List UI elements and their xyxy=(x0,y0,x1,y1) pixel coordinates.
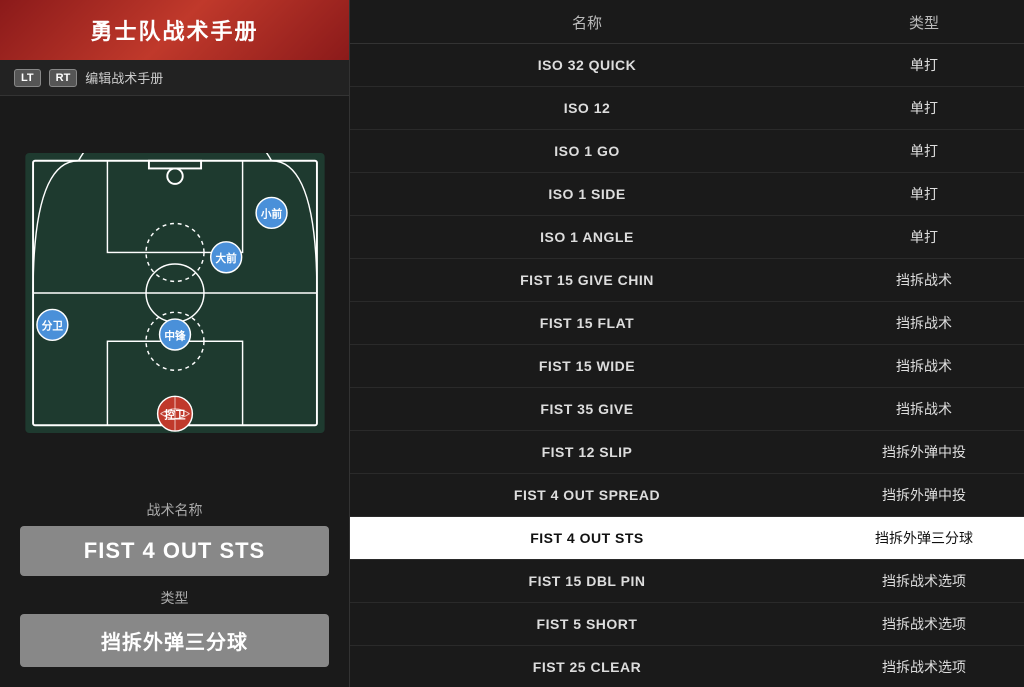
title-bar: 勇士队战术手册 xyxy=(0,0,349,60)
tactic-info: 战术名称 FIST 4 OUT STS 类型 挡拆外弹三分球 xyxy=(0,490,349,687)
cell-name: FIST 35 GIVE xyxy=(350,390,824,428)
cell-name: FIST 4 OUT STS xyxy=(350,519,824,557)
cell-type: 挡拆战术 xyxy=(824,345,1024,387)
cell-name: ISO 1 ANGLE xyxy=(350,218,824,256)
tactic-name-label: 战术名称 xyxy=(20,500,329,520)
cell-type: 单打 xyxy=(824,130,1024,172)
table-row[interactable]: ISO 32 QUICK单打 xyxy=(350,44,1024,87)
svg-text:小前: 小前 xyxy=(259,208,282,221)
table-body: ISO 32 QUICK单打ISO 12单打ISO 1 GO单打ISO 1 SI… xyxy=(350,44,1024,687)
table-row[interactable]: FIST 15 GIVE CHIN挡拆战术 xyxy=(350,259,1024,302)
table-row[interactable]: FIST 5 SHORT挡拆战术选项 xyxy=(350,603,1024,646)
cell-name: ISO 32 QUICK xyxy=(350,46,824,84)
left-panel: 勇士队战术手册 LT RT 编辑战术手册 xyxy=(0,0,350,687)
cell-name: FIST 15 DBL PIN xyxy=(350,562,824,600)
lt-button[interactable]: LT xyxy=(14,69,41,87)
cell-type: 单打 xyxy=(824,44,1024,86)
table-row[interactable]: FIST 4 OUT SPREAD挡拆外弹中投 xyxy=(350,474,1024,517)
table-row[interactable]: FIST 15 DBL PIN挡拆战术选项 xyxy=(350,560,1024,603)
cell-type: 挡拆战术 xyxy=(824,302,1024,344)
cell-name: ISO 1 GO xyxy=(350,132,824,170)
table-row[interactable]: ISO 1 GO单打 xyxy=(350,130,1024,173)
cell-type: 挡拆战术 xyxy=(824,259,1024,301)
svg-text:大前: 大前 xyxy=(215,252,237,265)
svg-text:中锋: 中锋 xyxy=(164,329,186,342)
cell-name: FIST 25 CLEAR xyxy=(350,648,824,686)
rt-button[interactable]: RT xyxy=(49,69,78,87)
cell-name: FIST 15 GIVE CHIN xyxy=(350,261,824,299)
toolbar: LT RT 编辑战术手册 xyxy=(0,60,349,96)
cell-type: 单打 xyxy=(824,216,1024,258)
cell-name: FIST 5 SHORT xyxy=(350,605,824,643)
cell-name: ISO 1 SIDE xyxy=(350,175,824,213)
cell-name: ISO 12 xyxy=(350,89,824,127)
cell-name: FIST 4 OUT SPREAD xyxy=(350,476,824,514)
cell-type: 挡拆战术选项 xyxy=(824,646,1024,687)
svg-text:分卫: 分卫 xyxy=(41,320,63,333)
table-row[interactable]: FIST 15 FLAT挡拆战术 xyxy=(350,302,1024,345)
tactic-name-value: FIST 4 OUT STS xyxy=(20,526,329,576)
table-header: 名称 类型 xyxy=(350,0,1024,44)
svg-text:控卫: 控卫 xyxy=(164,409,186,422)
page-title: 勇士队战术手册 xyxy=(90,14,258,46)
cell-type: 挡拆战术选项 xyxy=(824,603,1024,645)
table-row[interactable]: FIST 12 SLIP挡拆外弹中投 xyxy=(350,431,1024,474)
type-label: 类型 xyxy=(20,588,329,608)
cell-type: 挡拆外弹三分球 xyxy=(824,517,1024,559)
cell-name: FIST 12 SLIP xyxy=(350,433,824,471)
cell-type: 挡拆外弹中投 xyxy=(824,431,1024,473)
cell-type: 单打 xyxy=(824,87,1024,129)
table-row[interactable]: ISO 1 ANGLE单打 xyxy=(350,216,1024,259)
cell-type: 挡拆外弹中投 xyxy=(824,474,1024,516)
cell-name: FIST 15 FLAT xyxy=(350,304,824,342)
table-row[interactable]: FIST 4 OUT STS挡拆外弹三分球 xyxy=(350,517,1024,560)
court-diagram: 小前 大前 中锋 分卫 控卫 xyxy=(20,153,330,433)
table-row[interactable]: ISO 12单打 xyxy=(350,87,1024,130)
cell-name: FIST 15 WIDE xyxy=(350,347,824,385)
table-row[interactable]: FIST 25 CLEAR挡拆战术选项 xyxy=(350,646,1024,687)
table-row[interactable]: ISO 1 SIDE单打 xyxy=(350,173,1024,216)
edit-label: 编辑战术手册 xyxy=(85,68,163,87)
column-type-header: 类型 xyxy=(824,12,1024,33)
table-row[interactable]: FIST 15 WIDE挡拆战术 xyxy=(350,345,1024,388)
type-name-value: 挡拆外弹三分球 xyxy=(20,614,329,667)
right-panel: 名称 类型 ISO 32 QUICK单打ISO 12单打ISO 1 GO单打IS… xyxy=(350,0,1024,687)
table-row[interactable]: FIST 35 GIVE挡拆战术 xyxy=(350,388,1024,431)
cell-type: 单打 xyxy=(824,173,1024,215)
column-name-header: 名称 xyxy=(350,12,824,33)
cell-type: 挡拆战术选项 xyxy=(824,560,1024,602)
cell-type: 挡拆战术 xyxy=(824,388,1024,430)
court-container: 小前 大前 中锋 分卫 控卫 xyxy=(0,96,349,490)
